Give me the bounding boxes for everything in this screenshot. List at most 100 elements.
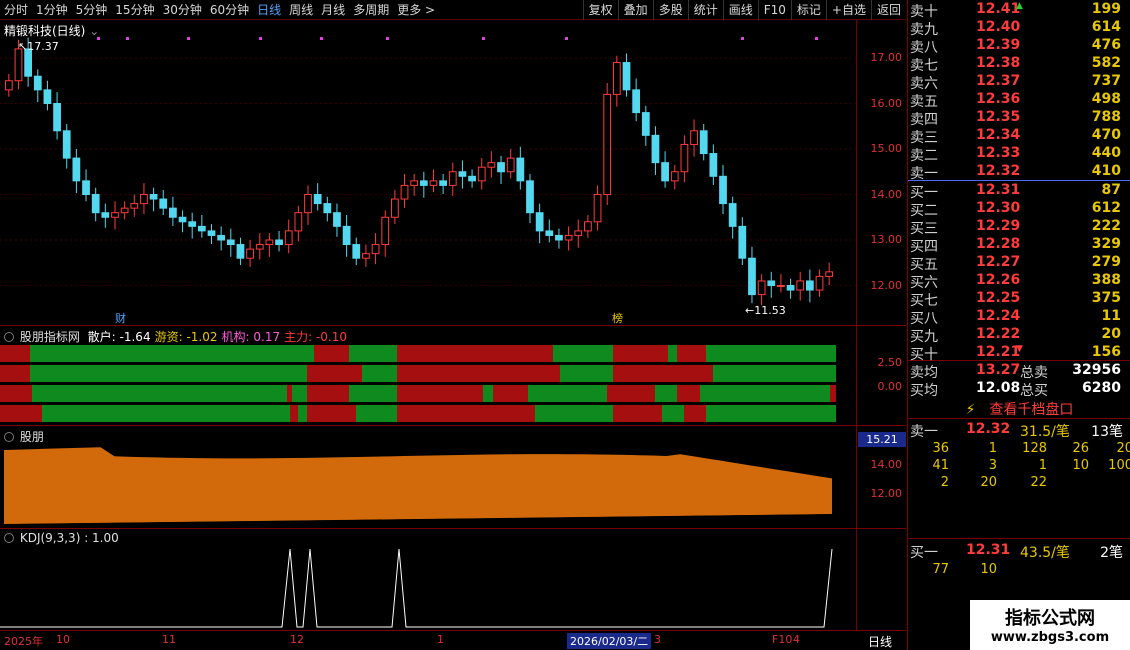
candle-body (381, 216, 390, 246)
order-cell: 41 (932, 458, 949, 473)
signal-bar (535, 405, 613, 422)
bid-level-2[interactable]: 买二 12.30 612 (908, 200, 1130, 219)
bid-level-4[interactable]: 买四 12.28 329 (908, 236, 1130, 255)
level-price: 12.25 (976, 290, 1021, 306)
period-tab-7[interactable]: 周线 (285, 0, 317, 20)
period-tab-5[interactable]: 60分钟 (206, 0, 253, 20)
bid-level-3[interactable]: 买三 12.29 222 (908, 218, 1130, 237)
indicator-pane-guppeng[interactable]: 股朋指标网 散户: -1.64 游资: -1.02 机构: 0.17 主力: -0.1… (0, 326, 906, 426)
indicator-pane-area[interactable]: 股朋 15.21 14.00 12.00 (0, 426, 906, 529)
level-volume: 788 (1091, 109, 1121, 125)
depth-book-link[interactable]: ⚡ 查看千档盘口 (908, 399, 1130, 418)
ask-level-1[interactable]: 卖一 12.32 410 (908, 163, 1130, 182)
expand-icon[interactable]: ⌄ (89, 24, 99, 38)
time-label-4: 1 (437, 633, 444, 646)
level-price: 12.35 (976, 109, 1021, 125)
signal-bar (560, 365, 613, 382)
period-tab-4[interactable]: 30分钟 (159, 0, 206, 20)
bid-level-8[interactable]: 买八 12.24 11 (908, 308, 1130, 327)
indicator-value-2: 机构: 0.17 (221, 330, 281, 344)
period-tab-9[interactable]: 多周期 (349, 0, 393, 20)
candle-body (236, 244, 245, 259)
level-price: 12.40 (976, 19, 1021, 35)
ask-level-10[interactable]: 卖十 12.41 199 ▲ (908, 1, 1130, 20)
bid-level-10[interactable]: 买十 12.21 156 ▼ (908, 344, 1130, 363)
signal-bar (483, 385, 493, 402)
tool-button-8[interactable]: 返回 (870, 0, 906, 20)
level-label: 买六 (910, 275, 938, 291)
period-tab-2[interactable]: 5分钟 (72, 0, 112, 20)
settings-dot-icon[interactable] (4, 533, 14, 543)
level-price: 12.41 (976, 1, 1021, 17)
period-tab-1[interactable]: 1分钟 (32, 0, 72, 20)
signal-bar (290, 405, 298, 422)
tool-button-2[interactable]: 多股 (652, 0, 688, 20)
bid-level-6[interactable]: 买六 12.26 388 (908, 272, 1130, 291)
indicator2-name: 股朋 (19, 430, 44, 444)
price-axis-label: 13.00 (870, 233, 903, 246)
signal-dot (386, 37, 389, 40)
bid-level-9[interactable]: 买九 12.22 20 (908, 326, 1130, 345)
order-cell: 36 (932, 441, 949, 456)
bid-level-5[interactable]: 买五 12.27 279 (908, 254, 1130, 273)
period-tab-10[interactable]: 更多 > (393, 0, 439, 20)
ask-level-4[interactable]: 卖四 12.35 788 (908, 109, 1130, 128)
period-tab-6[interactable]: 日线 (253, 0, 285, 20)
level-label: 卖三 (910, 130, 938, 146)
candle-body (574, 230, 583, 236)
ask-level-2[interactable]: 卖二 12.33 440 (908, 145, 1130, 164)
level-volume: 498 (1091, 91, 1121, 107)
candle-body (400, 184, 409, 200)
candle-body (670, 171, 679, 182)
indicator-pane-kdj[interactable]: KDJ(9,3,3) : 1.00 (0, 529, 906, 630)
bid-level-7[interactable]: 买七 12.25 375 (908, 290, 1130, 309)
candle-body (458, 171, 467, 177)
ask-level-6[interactable]: 卖六 12.37 737 (908, 73, 1130, 92)
level-price: 12.26 (976, 272, 1021, 288)
period-tab-3[interactable]: 15分钟 (111, 0, 158, 20)
tool-button-0[interactable]: 复权 (582, 0, 618, 20)
settings-dot-icon[interactable] (4, 432, 14, 442)
candle-body (62, 130, 71, 159)
signal-bar (662, 405, 684, 422)
tool-button-4[interactable]: 画线 (722, 0, 758, 20)
kdj-line-chart (0, 548, 833, 628)
candle-body (777, 285, 785, 287)
stock-title[interactable]: 精锻科技(日线) ⌄ (4, 22, 99, 39)
ask-level-3[interactable]: 卖三 12.34 470 (908, 127, 1130, 146)
level-price: 12.31 (976, 182, 1021, 198)
tool-button-5[interactable]: F10 (757, 0, 791, 20)
ask-level-9[interactable]: 卖九 12.40 614 (908, 19, 1130, 38)
level-volume: 476 (1091, 37, 1121, 53)
ask-level-8[interactable]: 卖八 12.39 476 (908, 37, 1130, 56)
price-chart-pane[interactable]: 精锻科技(日线) ⌄ ↖17.37 ←11.53 财 榜 17.00 16.00 15.0… (0, 20, 906, 326)
candle-body (593, 194, 602, 223)
candle-body (226, 239, 235, 246)
period-tab-0[interactable]: 分时 (0, 0, 32, 20)
candle-body (4, 80, 13, 91)
candle-body (120, 207, 129, 214)
tool-button-7[interactable]: +自选 (825, 0, 871, 20)
kdj-line (0, 548, 833, 628)
tool-button-1[interactable]: 叠加 (617, 0, 653, 20)
bid-level-1[interactable]: 买一 12.31 87 (908, 182, 1130, 201)
tool-button-6[interactable]: 标记 (790, 0, 826, 20)
price-axis-label: 16.00 (870, 96, 903, 110)
indicator-name: 股朋指标网 (19, 330, 80, 344)
level-label: 卖二 (910, 148, 938, 164)
tool-button-3[interactable]: 统计 (687, 0, 723, 20)
period-label[interactable]: 日线 (868, 633, 892, 650)
signal-bar (830, 385, 836, 402)
candle-body (149, 194, 158, 200)
period-tab-8[interactable]: 月线 (317, 0, 349, 20)
candle-body (526, 180, 534, 214)
ask-level-7[interactable]: 卖七 12.38 582 (908, 55, 1130, 74)
ask-level-5[interactable]: 卖五 12.36 498 (908, 91, 1130, 110)
level-price: 12.36 (976, 91, 1021, 107)
candle-body (33, 75, 42, 91)
candle-body (796, 280, 805, 291)
candlestick-chart[interactable]: ↖17.37 ←11.53 财 榜 (0, 20, 856, 326)
settings-dot-icon[interactable] (4, 332, 14, 342)
candle-body (468, 175, 476, 182)
candle-body (333, 212, 341, 227)
